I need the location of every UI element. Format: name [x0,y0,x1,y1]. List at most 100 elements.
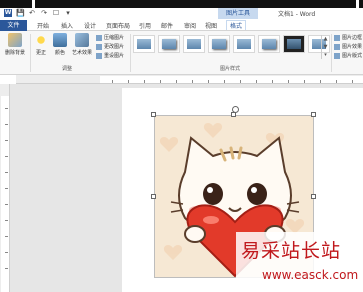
ruler-tick [272,80,273,83]
color-button[interactable]: 颜色 [52,33,68,56]
title-bar: W 💾 ↶ ↷ ☐ ▾ 文档1 - Word [0,8,363,20]
ruler-tick [5,156,8,157]
artistic-effects-icon [75,33,89,47]
ruler-tick [128,80,129,83]
horizontal-ruler[interactable] [16,75,363,84]
remove-background-icon [8,33,22,47]
style-thumbnail [287,39,301,49]
picture-style-6[interactable] [258,35,280,53]
separator [331,34,332,72]
ruler-tick [176,80,177,83]
artistic-effects-button[interactable]: 艺术效果 [70,33,94,56]
tab-file[interactable]: 文件 [0,20,27,31]
customize-qat-icon[interactable]: ▾ [64,9,72,17]
resize-handle-n[interactable] [231,112,236,117]
ruler-tick [5,172,8,173]
picture-style-3[interactable] [183,35,205,53]
effects-icon [334,43,340,50]
tab-mailings[interactable]: 邮件 [161,21,173,30]
style-thumbnail [262,39,276,49]
ruler-tick [240,80,241,83]
ruler-tick [256,80,257,83]
resize-handle-nw[interactable] [151,112,156,117]
ruler-tick [5,220,8,221]
quick-access-toolbar: W 💾 ↶ ↷ ☐ ▾ [4,9,72,17]
watermark-url-text: www.easck.com [262,268,359,282]
undo-icon[interactable]: ↶ [28,9,36,17]
corrections-button[interactable]: 更正 [33,33,49,56]
picture-layout-label: 图片版式 [342,53,363,59]
ruler-tick [112,80,113,83]
picture-border-label: 图片边框 [342,35,363,41]
change-picture-icon [96,43,102,50]
save-icon[interactable]: 💾 [16,9,25,17]
tab-insert[interactable]: 插入 [61,21,73,30]
tab-home[interactable]: 开始 [37,21,49,30]
ruler-tick [192,80,193,83]
border-icon [334,34,340,41]
compress-pictures-button[interactable]: 压缩图片 [96,34,124,41]
ruler-tick [352,80,353,83]
separator [130,34,131,72]
tab-page-layout[interactable]: 页面布局 [106,21,130,30]
compress-label: 压缩图片 [104,35,125,41]
remove-background-label: 删除背景 [4,50,25,56]
picture-tools-group-label: 图片工具 [218,8,258,19]
picture-effects-label: 图片效果 [342,44,363,50]
picture-style-7[interactable] [283,35,305,53]
new-doc-icon[interactable]: ☐ [52,9,60,17]
top-black-strip [0,0,363,8]
ruler-tick [5,124,8,125]
color-label: 颜色 [54,50,65,56]
watermark-chinese-text: 易采站长站 [241,240,342,262]
tab-design[interactable]: 设计 [84,21,96,30]
picture-style-1[interactable] [133,35,155,53]
tab-references[interactable]: 引用 [139,21,151,30]
picture-style-4[interactable] [208,35,230,53]
ribbon: 删除背景 更正 颜色 艺术效果 压缩图片 更改图片 重设图片 调整 ▲ ▼ ▾ … [0,31,363,75]
vertical-ruler[interactable] [0,84,10,292]
word-window: W 💾 ↶ ↷ ☐ ▾ 文档1 - Word 图片工具 文件 开始 插入 设计 … [0,0,363,292]
ruler-tick [160,80,161,83]
style-thumbnail [162,39,176,49]
strip-mark [356,0,359,8]
resize-handle-w[interactable] [151,194,156,199]
tab-view[interactable]: 视图 [205,21,217,30]
style-thumbnail [137,39,151,49]
color-icon [53,33,67,47]
ruler-tick [208,80,209,83]
ruler-tick [5,204,8,205]
picture-styles-gallery [133,35,331,59]
ruler-tick [5,188,8,189]
tab-format[interactable]: 格式 [226,20,247,30]
change-picture-button[interactable]: 更改图片 [96,43,124,50]
style-thumbnail [212,39,226,49]
picture-effects-button[interactable]: 图片效果 [334,43,362,50]
ruler-tick [320,80,321,83]
ruler-tick [336,80,337,83]
word-logo-icon: W [4,9,12,17]
gallery-scroll[interactable]: ▲ ▼ ▾ [321,35,329,59]
ruler-tick [288,80,289,83]
resize-handle-e[interactable] [311,194,316,199]
reset-picture-label: 重设图片 [104,53,125,59]
redo-icon[interactable]: ↷ [40,9,48,17]
ruler-text-area [1,96,9,292]
reset-picture-button[interactable]: 重设图片 [96,52,124,59]
watermark: 易采站长站 www.easck.com [236,232,363,292]
resize-handle-ne[interactable] [311,112,316,117]
ruler-tick [304,80,305,83]
ruler-tick [5,252,8,253]
picture-style-5[interactable] [233,35,255,53]
corrections-label: 更正 [35,50,46,56]
remove-background-button[interactable]: 删除背景 [3,33,27,56]
picture-style-2[interactable] [158,35,180,53]
tab-review[interactable]: 审阅 [184,21,196,30]
picture-layout-button[interactable]: 图片版式 [334,52,362,59]
ruler-tick [5,140,8,141]
sun-icon [34,33,48,47]
reset-picture-icon [96,52,102,59]
picture-border-button[interactable]: 图片边框 [334,34,362,41]
ruler-tick [224,80,225,83]
adjust-group-label: 调整 [62,66,73,72]
